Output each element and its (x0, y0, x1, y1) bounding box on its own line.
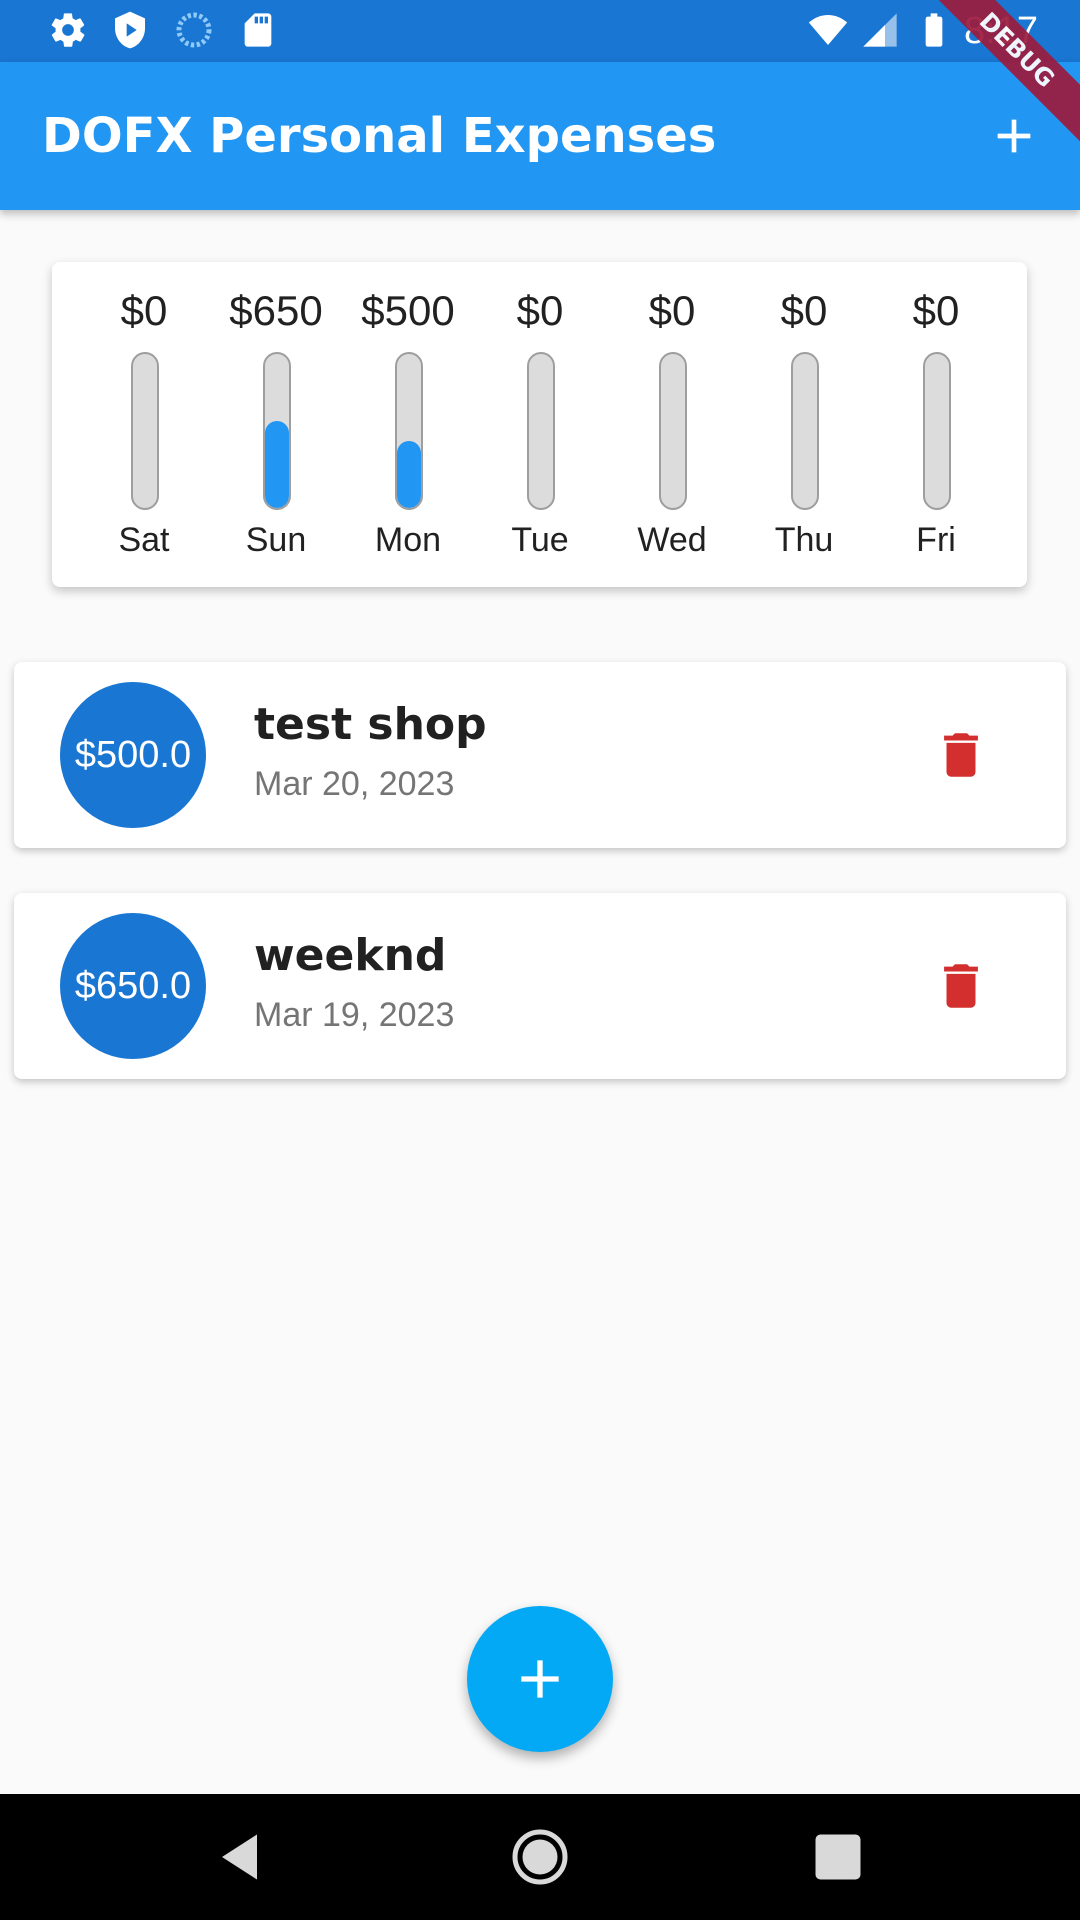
transaction-card: $650.0 weeknd Mar 19, 2023 (14, 893, 1066, 1079)
recents-icon[interactable] (808, 1827, 868, 1887)
chart-column-sat: $0 Sat (78, 262, 210, 587)
home-icon[interactable] (510, 1827, 570, 1887)
chart-column-sun: $650 Sun (210, 262, 342, 587)
battery-icon (925, 13, 943, 47)
day-amount: $0 (780, 287, 828, 334)
system-nav-bar (0, 1794, 1080, 1920)
app-title: DOFX Personal Expenses (42, 108, 717, 164)
bar-track (659, 352, 687, 510)
day-label: Sat (118, 521, 170, 559)
back-icon[interactable] (212, 1827, 272, 1887)
day-amount: $0 (912, 287, 960, 334)
day-label: Mon (374, 521, 442, 559)
bar-track (131, 352, 159, 510)
chart-column-fri: $0 Fri (870, 262, 1002, 587)
bar-fill-mon (397, 441, 421, 508)
sd-card-icon (244, 13, 272, 47)
chart-column-thu: $0 Thu (738, 262, 870, 587)
transaction-card: $500.0 test shop Mar 20, 2023 (14, 662, 1066, 848)
signal-icon (863, 13, 897, 47)
settings-icon (51, 13, 85, 47)
day-label: Wed (637, 521, 707, 559)
wifi-icon (808, 15, 848, 45)
day-amount: $0 (648, 287, 696, 334)
amount-avatar: $500.0 (60, 682, 206, 828)
chart-column-tue: $0 Tue (474, 262, 606, 587)
transaction-date: Mar 20, 2023 (254, 765, 455, 803)
chart-column-mon: $500 Mon (342, 262, 474, 587)
bar-track (527, 352, 555, 510)
day-amount: $650 (229, 287, 323, 334)
day-label: Thu (774, 521, 834, 559)
transaction-title: test shop (254, 699, 487, 750)
transaction-date: Mar 19, 2023 (254, 996, 455, 1034)
app-bar: DOFX Personal Expenses (0, 62, 1080, 210)
shield-play-icon (115, 11, 145, 49)
weekly-chart: $0 Sat $650 Sun $500 Mon $0 Tue $0 Wed $0 Thu $0 Fri (52, 262, 1027, 587)
bar-fill-sun (265, 420, 289, 508)
day-label: Fri (916, 521, 956, 559)
add-icon[interactable] (986, 108, 1042, 164)
day-amount: $0 (516, 287, 564, 334)
add-transaction-fab[interactable] (467, 1606, 613, 1752)
day-label: Tue (511, 521, 569, 559)
day-amount: $0 (120, 287, 168, 334)
trash-icon[interactable] (932, 957, 990, 1015)
bar-track (395, 352, 423, 510)
bar-track (791, 352, 819, 510)
transaction-title: weeknd (254, 930, 447, 981)
status-bar: 8:17 (0, 0, 1080, 62)
sync-icon (176, 12, 212, 48)
amount-avatar: $650.0 (60, 913, 206, 1059)
chart-column-wed: $0 Wed (606, 262, 738, 587)
trash-icon[interactable] (932, 726, 990, 784)
day-amount: $500 (361, 287, 455, 334)
bar-track (923, 352, 951, 510)
add-icon (521, 1660, 559, 1698)
day-label: Sun (245, 521, 307, 559)
bar-track (263, 352, 291, 510)
